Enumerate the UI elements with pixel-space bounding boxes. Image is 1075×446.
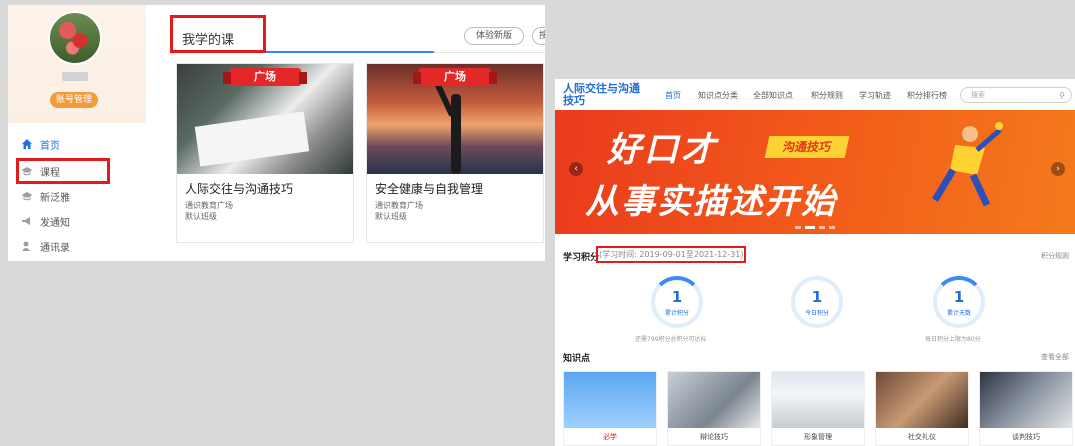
knowledge-card[interactable]: 必学 xyxy=(563,371,657,446)
contacts-icon xyxy=(20,239,34,253)
sidebar: 账号管理 首页 课程 新泛雅 发通知 通讯录 xyxy=(8,5,146,261)
nav-study-trail[interactable]: 学习轨迹 xyxy=(859,90,891,101)
stat-note: 每日积分上限为80分 xyxy=(925,336,981,343)
profile-area: 账号管理 xyxy=(8,5,146,123)
nav-category[interactable]: 知识点分类 xyxy=(698,90,738,101)
stat-today-points: 1 今日积分 xyxy=(791,276,843,328)
sidebar-item-label: 通讯录 xyxy=(40,242,70,254)
knowledge-label: 必学 xyxy=(603,433,617,441)
highlight-courses xyxy=(16,158,110,184)
knowledge-label: 辩论技巧 xyxy=(700,433,728,441)
knowledge-card[interactable]: 辩论技巧 xyxy=(667,371,761,446)
knowledge-label: 形象管理 xyxy=(804,433,832,441)
sidebar-item-contacts[interactable]: 通讯录 xyxy=(20,237,70,255)
prev-arrow-icon[interactable]: ‹ xyxy=(569,162,583,176)
square-ribbon: 广场 xyxy=(223,68,307,86)
nav-home[interactable]: 首页 xyxy=(665,90,681,101)
knowledge-card[interactable]: 社交礼仪 xyxy=(875,371,969,446)
home-icon xyxy=(20,137,34,151)
course-org: 通识教育广场 xyxy=(185,201,233,210)
graduation-cap-icon xyxy=(20,189,34,203)
sidebar-item-label: 新泛雅 xyxy=(40,192,70,204)
search-button[interactable]: 搜 xyxy=(532,27,545,45)
stat-value: 1 xyxy=(671,288,683,306)
square-ribbon: 广场 xyxy=(413,68,497,86)
running-person-illustration xyxy=(931,122,1003,207)
search-input[interactable]: 搜索 ⚲ xyxy=(960,87,1072,103)
points-title: 学习积分 xyxy=(563,253,600,263)
stat-label: 累计天数 xyxy=(946,310,971,317)
nav-points-rule[interactable]: 积分规则 xyxy=(811,90,843,101)
sidebar-item-label: 首页 xyxy=(40,140,60,152)
course-cover-image: 广场 xyxy=(177,64,353,174)
highlight-title xyxy=(170,15,266,53)
stat-label: 累计积分 xyxy=(664,310,689,317)
lms-old-window: 账号管理 首页 课程 新泛雅 发通知 通讯录 我学的课 体验新版 搜 广场 人际… xyxy=(8,5,545,261)
banner-carousel[interactable]: 好口才 沟通技巧 从事实描述开始 ‹ › xyxy=(555,110,1075,234)
yoga-silhouette xyxy=(451,94,461,174)
try-new-version-button[interactable]: 体验新版 xyxy=(464,27,524,45)
nav-leaderboard[interactable]: 积分排行榜 xyxy=(907,90,947,101)
main-area: 我学的课 体验新版 搜 广场 人际交往与沟通技巧 通识教育广场 默认班级 广场 … xyxy=(154,5,545,261)
sidebar-item-home[interactable]: 首页 xyxy=(20,135,60,153)
sidebar-item-xinfanya[interactable]: 新泛雅 xyxy=(20,187,70,205)
knowledge-title: 知识点 xyxy=(563,354,591,364)
next-arrow-icon[interactable]: › xyxy=(1051,162,1065,176)
knowledge-image xyxy=(772,372,864,428)
username-blurred xyxy=(62,72,88,81)
stat-note: 还需799积分总积分可达标 xyxy=(635,336,707,343)
banner-tag: 沟通技巧 xyxy=(764,136,850,158)
knowledge-card[interactable]: 形象管理 xyxy=(771,371,865,446)
search-placeholder: 搜索 xyxy=(971,91,985,99)
knowledge-image xyxy=(564,372,656,428)
stat-value: 1 xyxy=(953,288,965,306)
knowledge-label: 谈判技巧 xyxy=(1012,433,1040,441)
stat-total-days: 1 累计天数 xyxy=(933,276,985,328)
megaphone-icon xyxy=(20,214,34,228)
account-manage-button[interactable]: 账号管理 xyxy=(50,92,98,108)
course-class: 默认班级 xyxy=(375,212,407,221)
knowledge-card[interactable]: 谈判技巧 xyxy=(979,371,1073,446)
course-name: 安全健康与自我管理 xyxy=(375,182,484,196)
knowledge-image xyxy=(980,372,1072,428)
paper-shape xyxy=(194,111,310,167)
course-card[interactable]: 广场 安全健康与自我管理 通识教育广场 默认班级 xyxy=(366,63,544,243)
points-rule-link[interactable]: 积分规则 xyxy=(1041,251,1069,261)
banner-headline-1: 好口才 xyxy=(607,130,718,170)
carousel-dot[interactable] xyxy=(795,226,801,229)
highlight-study-time xyxy=(596,246,746,263)
knowledge-image xyxy=(668,372,760,428)
stat-value: 1 xyxy=(811,288,823,306)
course-name: 人际交往与沟通技巧 xyxy=(185,182,294,196)
stat-label: 今日积分 xyxy=(804,310,829,317)
site-title[interactable]: 人际交往与沟通技巧 xyxy=(563,83,643,107)
avatar[interactable] xyxy=(48,11,102,65)
carousel-dot[interactable] xyxy=(819,226,825,229)
view-all-link[interactable]: 查看全部 xyxy=(1041,352,1069,362)
knowledge-image xyxy=(876,372,968,428)
nav-all-knowledge[interactable]: 全部知识点 xyxy=(753,90,793,101)
course-card[interactable]: 广场 人际交往与沟通技巧 通识教育广场 默认班级 xyxy=(176,63,354,243)
banner-headline-2: 从事实描述开始 xyxy=(585,182,837,222)
stat-total-points: 1 累计积分 xyxy=(651,276,703,328)
carousel-dot[interactable] xyxy=(829,226,835,229)
course-class: 默认班级 xyxy=(185,212,217,221)
course-cover-image: 广场 xyxy=(367,64,543,174)
sidebar-item-notify[interactable]: 发通知 xyxy=(20,212,70,230)
course-site-window: 人际交往与沟通技巧 首页 知识点分类 全部知识点 积分规则 学习轨迹 积分排行榜… xyxy=(555,79,1075,446)
course-org: 通识教育广场 xyxy=(375,201,423,210)
sidebar-item-label: 发通知 xyxy=(40,217,70,229)
search-icon[interactable]: ⚲ xyxy=(1059,89,1065,103)
knowledge-label: 社交礼仪 xyxy=(908,433,936,441)
carousel-dots xyxy=(795,226,835,229)
carousel-dot[interactable] xyxy=(805,226,815,229)
